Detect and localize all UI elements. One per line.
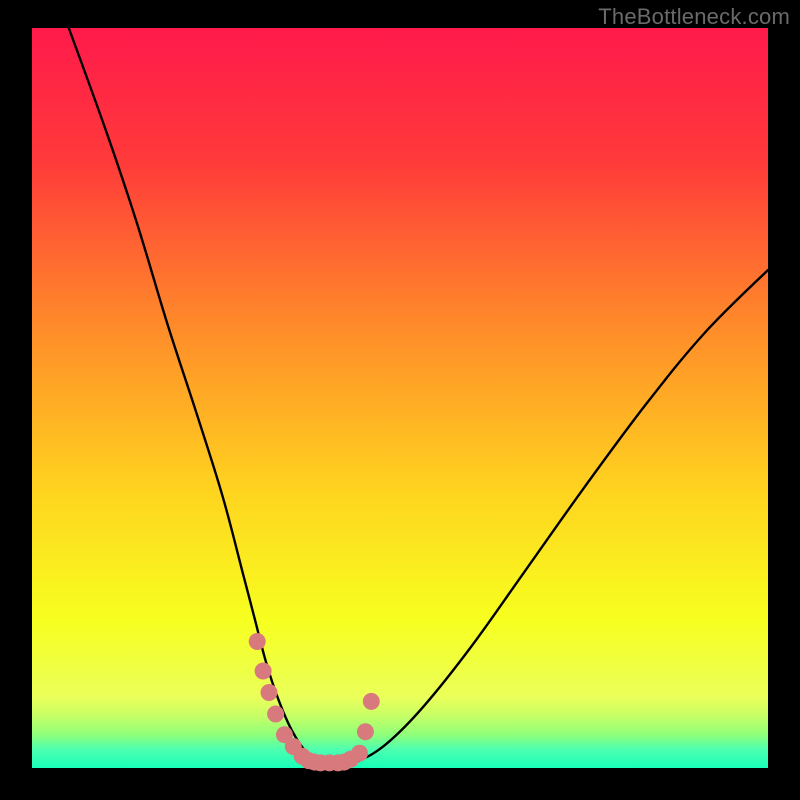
chart-stage: TheBottleneck.com (0, 0, 800, 800)
optimal-dot (255, 663, 272, 680)
optimal-dot (357, 723, 374, 740)
optimal-dot (260, 684, 277, 701)
optimal-dot (363, 693, 380, 710)
optimal-dot (267, 705, 284, 722)
optimal-dot (351, 745, 368, 762)
bottleneck-chart (0, 0, 800, 800)
watermark-text: TheBottleneck.com (598, 4, 790, 30)
optimal-dot (249, 633, 266, 650)
gradient-background (32, 28, 768, 768)
